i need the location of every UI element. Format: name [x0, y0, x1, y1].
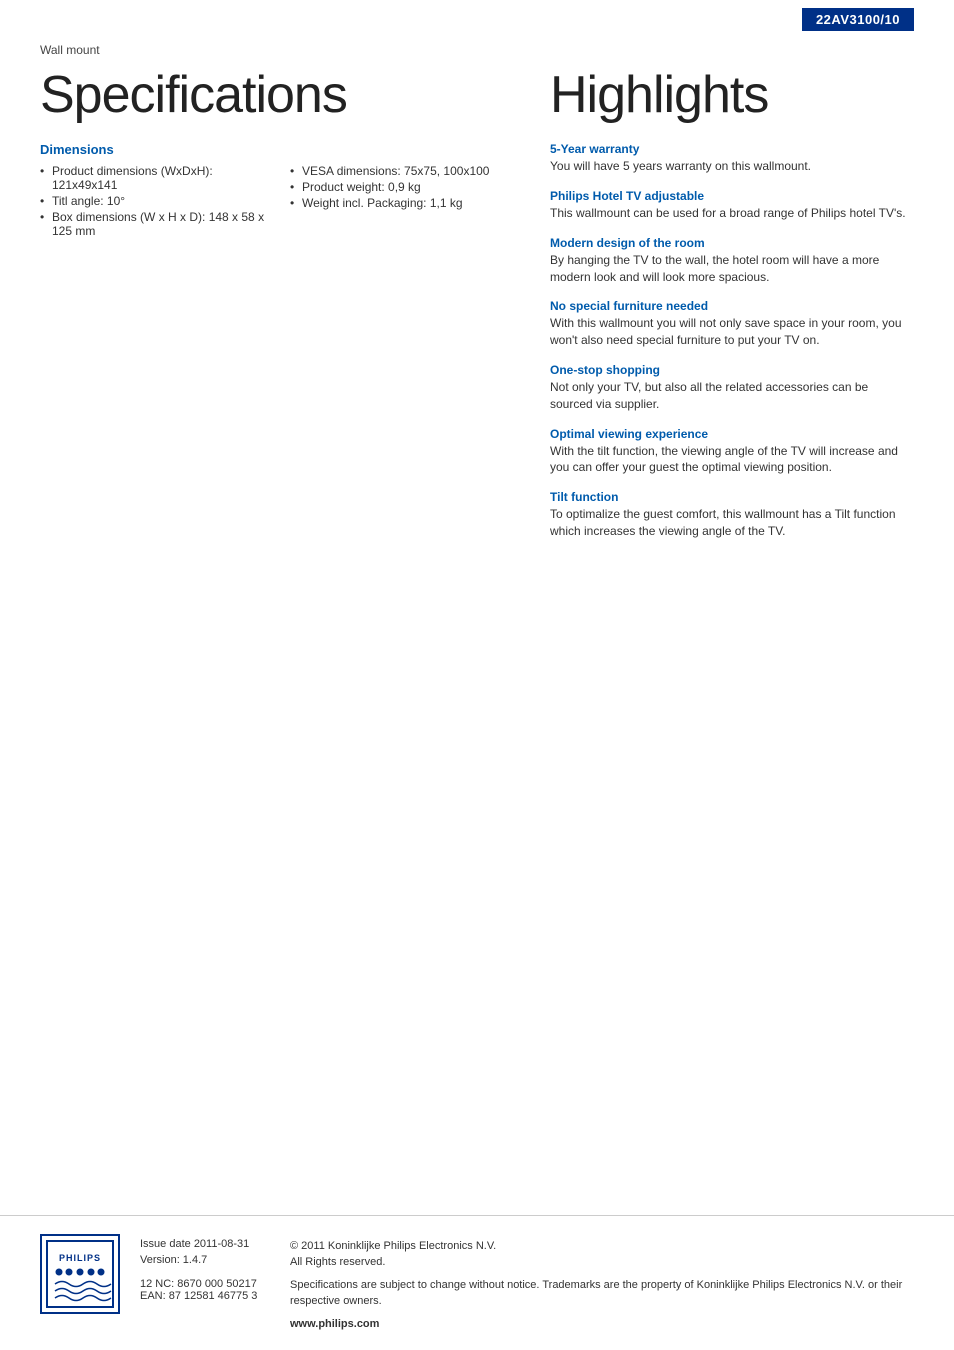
highlights-column: Highlights 5-Year warranty You will have … [550, 67, 914, 554]
specs-columns: Product dimensions (WxDxH): 121x49x141Ti… [40, 163, 520, 239]
specs-col-left: Product dimensions (WxDxH): 121x49x141Ti… [40, 163, 270, 239]
disclaimer-text: Specifications are subject to change wit… [290, 1277, 914, 1310]
spec-item: Weight incl. Packaging: 1,1 kg [290, 195, 520, 211]
highlight-item: Modern design of the room By hanging the … [550, 236, 914, 286]
header-bar: 22AV3100/10 [0, 0, 954, 31]
spec-item: Titl angle: 10° [40, 193, 270, 209]
ean-number: EAN: 87 12581 46775 3 [140, 1290, 270, 1302]
issue-date: Issue date 2011-08-31 [140, 1238, 270, 1250]
copyright-line: © 2011 Koninklijke Philips Electronics N… [290, 1238, 914, 1271]
specs-col-right: VESA dimensions: 75x75, 100x100Product w… [290, 163, 520, 239]
highlight-heading: Modern design of the room [550, 236, 914, 250]
highlight-heading: No special furniture needed [550, 299, 914, 313]
highlight-item: 5-Year warranty You will have 5 years war… [550, 142, 914, 175]
nc-number: 12 NC: 8670 000 50217 [140, 1278, 270, 1290]
highlight-body: With this wallmount you will not only sa… [550, 315, 914, 349]
highlights-title: Highlights [550, 67, 914, 124]
svg-text:PHILIPS: PHILIPS [59, 1253, 101, 1263]
right-specs-list: VESA dimensions: 75x75, 100x100Product w… [290, 163, 520, 211]
highlight-body: You will have 5 years warranty on this w… [550, 158, 914, 175]
highlight-item: Tilt function To optimalize the guest com… [550, 490, 914, 540]
highlight-item: One-stop shopping Not only your TV, but a… [550, 363, 914, 413]
footer: PHILIPS Issue date 2011-08-31 Version: 1… [0, 1215, 954, 1350]
spec-item: Product weight: 0,9 kg [290, 179, 520, 195]
spec-item: VESA dimensions: 75x75, 100x100 [290, 163, 520, 179]
highlights-list: 5-Year warranty You will have 5 years war… [550, 142, 914, 540]
footer-meta: Issue date 2011-08-31 Version: 1.4.7 12 … [140, 1238, 270, 1302]
wall-mount-label: Wall mount [0, 31, 954, 57]
spec-item: Box dimensions (W x H x D): 148 x 58 x 1… [40, 209, 270, 239]
left-specs-list: Product dimensions (WxDxH): 121x49x141Ti… [40, 163, 270, 239]
highlight-heading: Optimal viewing experience [550, 427, 914, 441]
highlight-heading: One-stop shopping [550, 363, 914, 377]
page-wrapper: 22AV3100/10 Wall mount Specifications Di… [0, 0, 954, 1350]
philips-logo: PHILIPS [40, 1234, 120, 1314]
footer-legal: © 2011 Koninklijke Philips Electronics N… [290, 1238, 914, 1333]
dimensions-heading: Dimensions [40, 142, 520, 157]
highlight-heading: 5-Year warranty [550, 142, 914, 156]
philips-logo-svg: PHILIPS [45, 1239, 115, 1309]
specs-column: Specifications Dimensions Product dimens… [40, 67, 520, 554]
nc-ean: 12 NC: 8670 000 50217 EAN: 87 12581 4677… [140, 1278, 270, 1302]
highlight-heading: Philips Hotel TV adjustable [550, 189, 914, 203]
highlight-body: This wallmount can be used for a broad r… [550, 205, 914, 222]
model-badge: 22AV3100/10 [802, 8, 914, 31]
highlight-body: With the tilt function, the viewing angl… [550, 443, 914, 477]
website-link[interactable]: www.philips.com [290, 1316, 914, 1333]
highlight-body: By hanging the TV to the wall, the hotel… [550, 252, 914, 286]
highlight-body: To optimalize the guest comfort, this wa… [550, 506, 914, 540]
spec-item: Product dimensions (WxDxH): 121x49x141 [40, 163, 270, 193]
version-line: Version: 1.4.7 [140, 1254, 270, 1266]
highlight-item: No special furniture needed With this wal… [550, 299, 914, 349]
specs-title: Specifications [40, 67, 520, 124]
main-content: Specifications Dimensions Product dimens… [0, 67, 954, 554]
highlight-item: Philips Hotel TV adjustable This wallmoun… [550, 189, 914, 222]
dimensions-section: Dimensions Product dimensions (WxDxH): 1… [40, 142, 520, 239]
highlight-heading: Tilt function [550, 490, 914, 504]
highlight-item: Optimal viewing experience With the tilt … [550, 427, 914, 477]
highlight-body: Not only your TV, but also all the relat… [550, 379, 914, 413]
